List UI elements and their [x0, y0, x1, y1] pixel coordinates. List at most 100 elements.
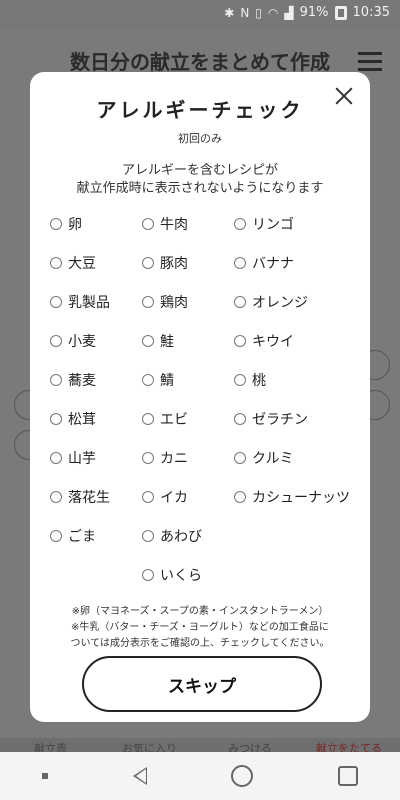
- allergen-label: あわび: [160, 529, 202, 545]
- nfc-icon: N: [240, 5, 250, 20]
- status-icons: ✱ N ▯ ◠ ▟ 91% 10:35: [224, 5, 390, 20]
- allergen-option-squid[interactable]: イカ: [142, 487, 188, 507]
- clock: 10:35: [352, 5, 390, 20]
- radio-icon[interactable]: [50, 491, 62, 503]
- battery-icon: [334, 5, 347, 20]
- wifi-icon: ◠: [267, 5, 279, 20]
- allergen-option-peanut[interactable]: 落花生: [50, 487, 110, 507]
- radio-icon[interactable]: [234, 335, 246, 347]
- radio-icon[interactable]: [50, 218, 62, 230]
- allergen-option-cashew[interactable]: カシューナッツ: [234, 487, 350, 507]
- vibrate-icon: ▯: [255, 5, 262, 20]
- allergen-option-egg[interactable]: 卵: [50, 214, 82, 234]
- modal-title: アレルギーチェック: [96, 98, 304, 122]
- allergen-option-shrimp[interactable]: エビ: [142, 409, 188, 429]
- radio-icon[interactable]: [234, 491, 246, 503]
- allergen-label: 乳製品: [68, 295, 110, 311]
- back-icon[interactable]: [132, 767, 147, 785]
- radio-icon[interactable]: [142, 296, 154, 308]
- allergen-label: 山芋: [68, 451, 96, 467]
- allergen-label: 鶏肉: [160, 295, 188, 311]
- allergen-option-orange[interactable]: オレンジ: [234, 292, 308, 312]
- radio-icon[interactable]: [142, 257, 154, 269]
- radio-icon[interactable]: [234, 296, 246, 308]
- skip-button[interactable]: スキップ: [82, 656, 322, 712]
- radio-icon[interactable]: [50, 335, 62, 347]
- home-icon[interactable]: [231, 765, 254, 787]
- allergen-option-wheat[interactable]: 小麦: [50, 331, 96, 351]
- allergen-label: 桃: [252, 373, 266, 389]
- allergen-option-dairy[interactable]: 乳製品: [50, 292, 110, 312]
- allergen-option-kiwi[interactable]: キウイ: [234, 331, 294, 351]
- radio-icon[interactable]: [142, 335, 154, 347]
- radio-icon[interactable]: [50, 530, 62, 542]
- allergen-option-salmon-roe[interactable]: いくら: [142, 565, 202, 585]
- radio-icon[interactable]: [50, 257, 62, 269]
- radio-icon[interactable]: [50, 374, 62, 386]
- allergen-option-walnut[interactable]: クルミ: [234, 448, 294, 468]
- radio-icon[interactable]: [234, 374, 246, 386]
- radio-icon[interactable]: [50, 413, 62, 425]
- note-line: ※牛乳（バター・チーズ・ヨーグルト）などの加工食品に: [71, 622, 329, 633]
- allergen-option-yam[interactable]: 山芋: [50, 448, 96, 468]
- allergen-option-gelatin[interactable]: ゼラチン: [234, 409, 308, 429]
- allergen-label: 卵: [68, 217, 82, 233]
- radio-icon[interactable]: [142, 452, 154, 464]
- allergen-label: バナナ: [252, 256, 294, 272]
- allergen-label: カシューナッツ: [252, 490, 350, 506]
- allergen-label: 牛肉: [160, 217, 188, 233]
- description-line: 献立作成時に表示されないようになります: [76, 181, 324, 196]
- allergen-label: キウイ: [252, 334, 294, 350]
- allergen-option-buckwheat[interactable]: 蕎麦: [50, 370, 96, 390]
- modal-description: アレルギーを含むレシピが 献立作成時に表示されないようになります: [30, 162, 370, 198]
- allergen-label: 大豆: [68, 256, 96, 272]
- allergen-option-salmon[interactable]: 鮭: [142, 331, 174, 351]
- description-line: アレルギーを含むレシピが: [121, 163, 278, 178]
- radio-icon[interactable]: [234, 218, 246, 230]
- allergen-option-soybean[interactable]: 大豆: [50, 253, 96, 273]
- radio-icon[interactable]: [142, 530, 154, 542]
- radio-icon[interactable]: [142, 413, 154, 425]
- allergen-option-pork[interactable]: 豚肉: [142, 253, 188, 273]
- radio-icon[interactable]: [142, 374, 154, 386]
- allergen-label: 落花生: [68, 490, 110, 506]
- allergen-option-peach[interactable]: 桃: [234, 370, 266, 390]
- allergen-option-banana[interactable]: バナナ: [234, 253, 294, 273]
- allergen-option-abalone[interactable]: あわび: [142, 526, 202, 546]
- allergen-label: カニ: [160, 451, 188, 467]
- allergy-check-modal: アレルギーチェック 初回のみ アレルギーを含むレシピが 献立作成時に表示されない…: [30, 72, 370, 722]
- allergen-label: エビ: [160, 412, 188, 428]
- allergen-label: リンゴ: [252, 217, 294, 233]
- system-nav-bar: [0, 752, 400, 800]
- allergen-label: 蕎麦: [68, 373, 96, 389]
- allergen-label: いくら: [160, 568, 202, 584]
- page-title: 数日分の献立をまとめて作成: [70, 50, 330, 74]
- radio-icon[interactable]: [234, 257, 246, 269]
- radio-icon[interactable]: [142, 218, 154, 230]
- battery-percent: 91%: [299, 5, 329, 20]
- status-bar: ✱ N ▯ ◠ ▟ 91% 10:35: [0, 0, 400, 28]
- allergen-option-apple[interactable]: リンゴ: [234, 214, 294, 234]
- radio-icon[interactable]: [234, 413, 246, 425]
- radio-icon[interactable]: [50, 296, 62, 308]
- processed-food-note: ※卵（マヨネーズ・スープの素・インスタントラーメン） ※牛乳（バター・チーズ・ヨ…: [48, 604, 352, 652]
- note-line: ついては成分表示をご確認の上、チェックしてください。: [70, 638, 330, 649]
- radio-icon[interactable]: [234, 452, 246, 464]
- allergen-label: ゼラチン: [252, 412, 308, 428]
- allergen-option-sesame[interactable]: ごま: [50, 526, 96, 546]
- recent-apps-icon[interactable]: [337, 766, 358, 786]
- allergen-label: クルミ: [252, 451, 294, 467]
- allergen-option-matsutake[interactable]: 松茸: [50, 409, 96, 429]
- note-line: ※卵（マヨネーズ・スープの素・インスタントラーメン）: [71, 606, 329, 617]
- allergen-option-crab[interactable]: カニ: [142, 448, 188, 468]
- radio-icon[interactable]: [142, 569, 154, 581]
- allergen-option-beef[interactable]: 牛肉: [142, 214, 188, 234]
- allergen-option-chicken[interactable]: 鶏肉: [142, 292, 188, 312]
- allergen-label: 豚肉: [160, 256, 188, 272]
- bluetooth-icon: ✱: [224, 5, 235, 20]
- radio-icon[interactable]: [50, 452, 62, 464]
- allergen-option-mackerel[interactable]: 鯖: [142, 370, 174, 390]
- allergen-label: ごま: [68, 529, 96, 545]
- radio-icon[interactable]: [142, 491, 154, 503]
- nav-dot-icon[interactable]: [42, 773, 49, 779]
